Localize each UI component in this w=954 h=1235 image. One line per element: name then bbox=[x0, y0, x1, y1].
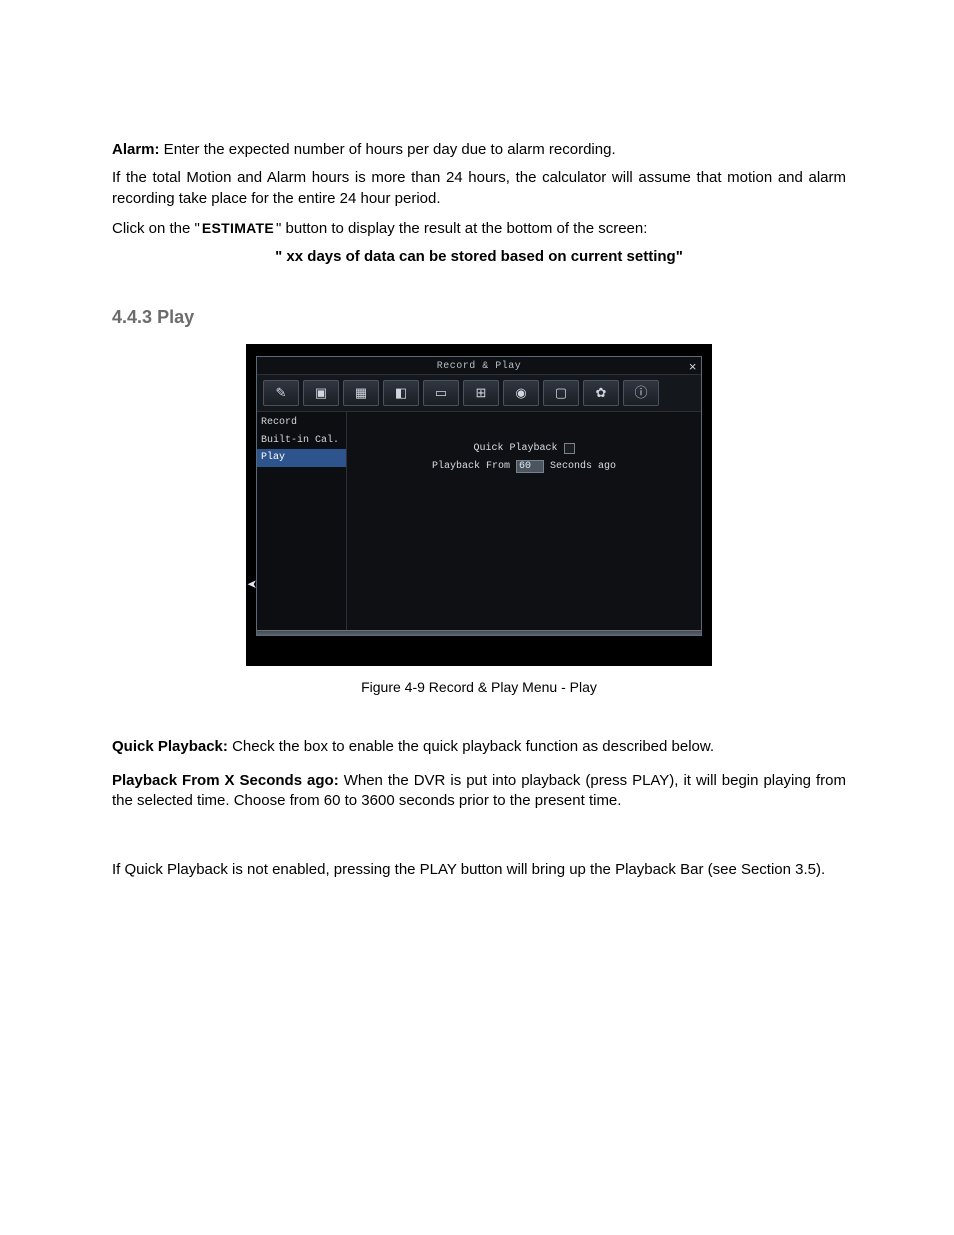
window-frame: Record & Play × ✎ ▣ ▦ ◧ ▭ ⊞ ◉ ▢ ✿ ⓘ Reco… bbox=[256, 356, 702, 637]
body-text: Quick Playback: Check the box to enable … bbox=[112, 737, 846, 880]
alarm-text: Enter the expected number of hours per d… bbox=[160, 141, 616, 158]
alarm-label: Alarm: bbox=[112, 141, 160, 158]
sidebar-item-play[interactable]: Play bbox=[257, 449, 346, 467]
sidebar: Record Built-in Cal. Play bbox=[257, 412, 347, 630]
network-icon[interactable]: ⊞ bbox=[463, 380, 499, 406]
figure-caption: Figure 4-9 Record & Play Menu - Play bbox=[112, 678, 846, 697]
quick-playback-paragraph: Quick Playback: Check the box to enable … bbox=[112, 737, 846, 757]
click-suffix: " button to display the result at the bo… bbox=[276, 220, 647, 237]
figure-wrap: ➤ Record & Play × ✎ ▣ ▦ ◧ ▭ ⊞ ◉ ▢ ✿ ⓘ Re… bbox=[112, 344, 846, 697]
estimate-button[interactable]: ESTIMATE bbox=[200, 219, 276, 238]
playback-from-row: Playback From 60 Seconds ago bbox=[347, 460, 701, 474]
playback-from-strong: Playback From X Seconds ago: bbox=[112, 772, 339, 789]
section-number: 4.4.3 bbox=[112, 307, 152, 327]
close-icon[interactable]: × bbox=[689, 359, 697, 377]
app-window: ➤ Record & Play × ✎ ▣ ▦ ◧ ▭ ⊞ ◉ ▢ ✿ ⓘ Re… bbox=[246, 344, 712, 667]
sidebar-item-record[interactable]: Record bbox=[257, 414, 346, 432]
video-icon[interactable]: ▣ bbox=[303, 380, 339, 406]
playback-from-label: Playback From bbox=[432, 460, 510, 474]
result-line: " xx days of data can be stored based on… bbox=[112, 247, 846, 267]
overflow-paragraph: If the total Motion and Alarm hours is m… bbox=[112, 168, 846, 209]
window-body: Record Built-in Cal. Play Quick Playback… bbox=[257, 412, 701, 630]
brush-icon[interactable]: ✎ bbox=[263, 380, 299, 406]
quick-playback-row: Quick Playback bbox=[347, 442, 701, 456]
window-footer-bar bbox=[257, 630, 701, 635]
quick-playback-checkbox[interactable] bbox=[564, 443, 575, 454]
sidebar-item-builtin-cal[interactable]: Built-in Cal. bbox=[257, 432, 346, 450]
display-icon[interactable]: ▢ bbox=[543, 380, 579, 406]
window-title: Record & Play bbox=[437, 361, 522, 372]
camera-icon[interactable]: ◉ bbox=[503, 380, 539, 406]
click-prefix: Click on the " bbox=[112, 220, 200, 237]
click-estimate-paragraph: Click on the "ESTIMATE" button to displa… bbox=[112, 219, 846, 239]
content-pane: Quick Playback Playback From 60 Seconds … bbox=[347, 412, 701, 630]
calendar-icon[interactable]: ▦ bbox=[343, 380, 379, 406]
quick-playback-strong: Quick Playback: bbox=[112, 738, 228, 755]
section-title: Play bbox=[157, 307, 194, 327]
playback-seconds-input[interactable]: 60 bbox=[516, 460, 544, 473]
spacer bbox=[112, 826, 846, 860]
window-titlebar: Record & Play × bbox=[257, 357, 701, 376]
toolbar: ✎ ▣ ▦ ◧ ▭ ⊞ ◉ ▢ ✿ ⓘ bbox=[257, 375, 701, 412]
playback-from-paragraph: Playback From X Seconds ago: When the DV… bbox=[112, 771, 846, 812]
info-icon[interactable]: ⓘ bbox=[623, 380, 659, 406]
quick-playback-label: Quick Playback bbox=[473, 442, 557, 456]
seconds-ago-label: Seconds ago bbox=[550, 460, 616, 474]
gear-icon[interactable]: ✿ bbox=[583, 380, 619, 406]
bell-icon[interactable]: ◧ bbox=[383, 380, 419, 406]
quick-playback-text: Check the box to enable the quick playba… bbox=[228, 738, 714, 755]
note-paragraph: If Quick Playback is not enabled, pressi… bbox=[112, 860, 846, 880]
alarm-paragraph: Alarm: Enter the expected number of hour… bbox=[112, 140, 846, 160]
screen-icon[interactable]: ▭ bbox=[423, 380, 459, 406]
section-heading: 4.4.3 Play bbox=[112, 305, 846, 329]
